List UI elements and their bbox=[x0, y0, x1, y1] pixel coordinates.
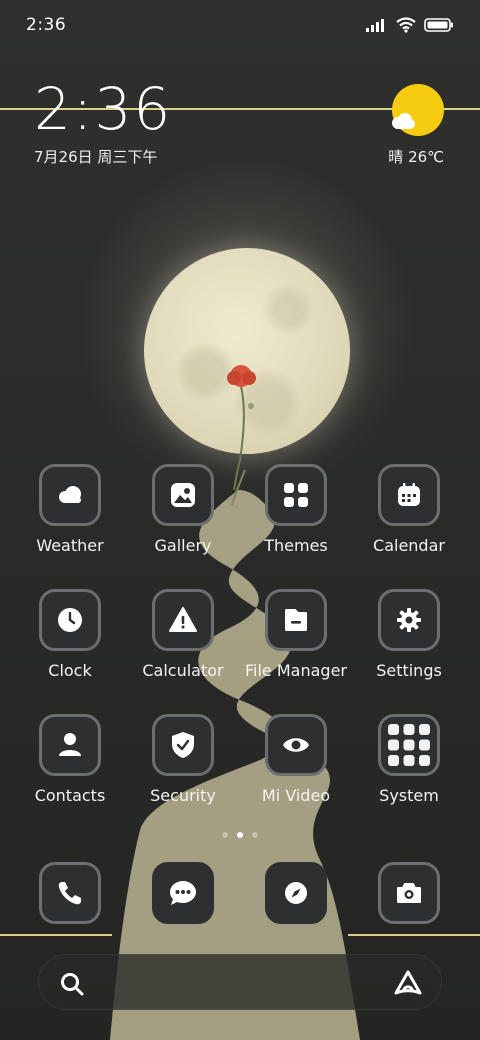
cloud-icon bbox=[392, 113, 415, 129]
weather-text: 晴 26℃ bbox=[388, 148, 444, 166]
browser-icon bbox=[265, 862, 327, 924]
app-gallery[interactable]: Gallery bbox=[128, 464, 238, 555]
app-file-manager[interactable]: File Manager bbox=[241, 589, 351, 680]
wifi-icon bbox=[396, 17, 416, 33]
app-label: System bbox=[379, 786, 439, 805]
clock-widget[interactable]: 2:36 7月26日 周三下午 bbox=[34, 78, 172, 167]
app-label: Clock bbox=[48, 661, 92, 680]
messages-icon bbox=[152, 862, 214, 924]
security-icon bbox=[152, 714, 214, 776]
app-clock[interactable]: Clock bbox=[15, 589, 125, 680]
app-weather[interactable]: Weather bbox=[15, 464, 125, 555]
dock-browser[interactable] bbox=[241, 862, 351, 924]
app-label: Security bbox=[150, 786, 216, 805]
search-bar[interactable] bbox=[38, 954, 442, 1010]
app-label: Settings bbox=[376, 661, 442, 680]
weather-icon bbox=[39, 464, 101, 526]
battery-icon bbox=[424, 18, 453, 32]
camera-icon bbox=[378, 862, 440, 924]
app-label: Weather bbox=[36, 536, 104, 555]
dock-camera[interactable] bbox=[354, 862, 464, 924]
status-bar: 2:36 bbox=[0, 0, 480, 50]
page-dot-active[interactable] bbox=[237, 832, 243, 838]
app-calculator[interactable]: Calculator bbox=[128, 589, 238, 680]
contacts-icon bbox=[39, 714, 101, 776]
phone-icon bbox=[39, 862, 101, 924]
calculator-icon bbox=[152, 589, 214, 651]
themes-icon bbox=[265, 464, 327, 526]
status-time: 2:36 bbox=[26, 15, 67, 35]
app-system-folder[interactable]: System bbox=[354, 714, 464, 805]
page-dot[interactable] bbox=[222, 832, 228, 838]
file-manager-icon bbox=[265, 589, 327, 651]
gallery-icon bbox=[152, 464, 214, 526]
clock-icon bbox=[39, 589, 101, 651]
app-mi-video[interactable]: Mi Video bbox=[241, 714, 351, 805]
status-icons bbox=[366, 17, 454, 33]
app-label: File Manager bbox=[245, 661, 347, 680]
accent-line-bottom-left bbox=[0, 934, 112, 936]
settings-icon bbox=[378, 589, 440, 651]
accent-line-bottom-right bbox=[348, 934, 480, 936]
app-security[interactable]: Security bbox=[128, 714, 238, 805]
app-contacts[interactable]: Contacts bbox=[15, 714, 125, 805]
app-label: Gallery bbox=[154, 536, 212, 555]
dock-messages[interactable] bbox=[128, 862, 238, 924]
app-label: Mi Video bbox=[261, 786, 331, 805]
search-icon[interactable] bbox=[59, 971, 85, 997]
app-settings[interactable]: Settings bbox=[354, 589, 464, 680]
widget-date: 7月26日 周三下午 bbox=[34, 148, 158, 166]
assistant-icon[interactable] bbox=[393, 969, 423, 997]
widget-time: 2:36 bbox=[34, 75, 173, 143]
signal-icon bbox=[366, 19, 384, 32]
app-themes[interactable]: Themes bbox=[241, 464, 351, 555]
mi-video-icon bbox=[265, 714, 327, 776]
page-indicator bbox=[0, 832, 480, 838]
calendar-icon bbox=[378, 464, 440, 526]
system-folder-icon bbox=[378, 714, 440, 776]
app-label: Themes bbox=[264, 536, 328, 555]
app-label: Calendar bbox=[373, 536, 445, 555]
page-dot[interactable] bbox=[252, 832, 258, 838]
weather-widget[interactable]: 晴 26℃ bbox=[374, 84, 444, 174]
app-label: Calculator bbox=[142, 661, 224, 680]
dock-phone[interactable] bbox=[15, 862, 125, 924]
app-calendar[interactable]: Calendar bbox=[354, 464, 464, 555]
app-label: Contacts bbox=[34, 786, 106, 805]
